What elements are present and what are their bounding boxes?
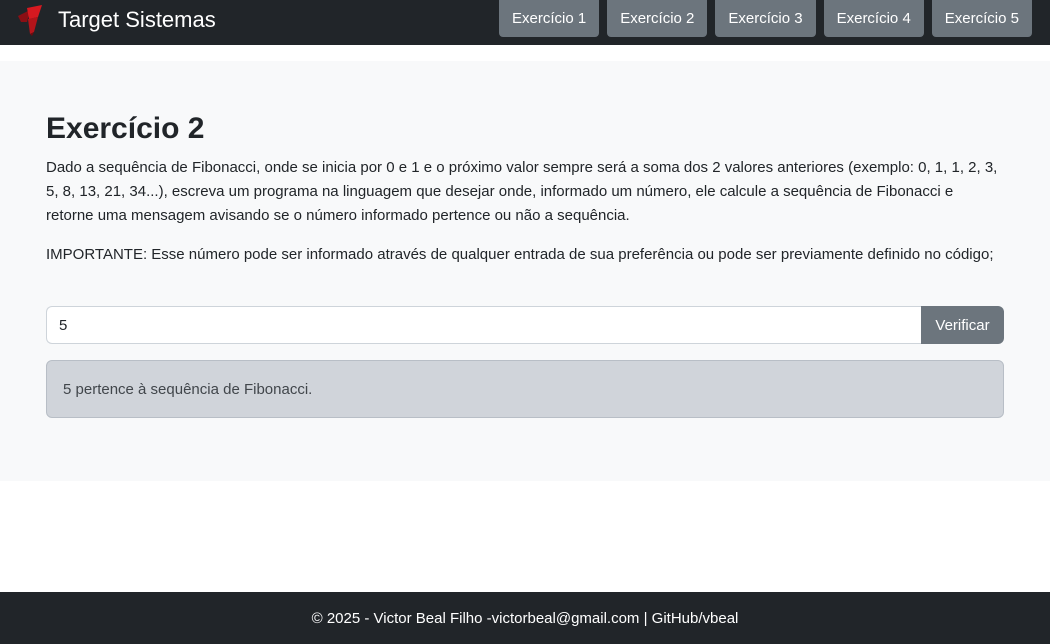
number-input-group: Verificar	[46, 306, 1004, 344]
brand-name: Target Sistemas	[58, 7, 216, 32]
red-target-logo-icon	[18, 5, 42, 36]
footer: © 2025 - Victor Beal Filho - victorbeal@…	[0, 592, 1050, 644]
exercise-panel: Exercício 2 Dado a sequência de Fibonacc…	[0, 61, 1050, 481]
verify-button[interactable]: Verificar	[921, 306, 1004, 344]
exercise-description: Dado a sequência de Fibonacci, onde se i…	[46, 159, 998, 224]
footer-separator: |	[639, 609, 652, 627]
number-input[interactable]	[46, 306, 921, 344]
nav-button-exercicio-4[interactable]: Exercício 4	[823, 0, 924, 37]
nav-button-exercicio-1[interactable]: Exercício 1	[498, 0, 600, 37]
navbar: Target Sistemas Exercício 1 Exercício 2 …	[0, 0, 1050, 45]
result-alert: 5 pertence à sequência de Fibonacci.	[46, 360, 1004, 418]
footer-copyright: © 2025 - Victor Beal Filho -	[311, 609, 492, 627]
nav-button-exercicio-3[interactable]: Exercício 3	[715, 0, 816, 37]
brand[interactable]: Target Sistemas	[14, 3, 216, 37]
nav-button-exercicio-5[interactable]: Exercício 5	[931, 0, 1032, 37]
footer-github-link[interactable]: GitHub/vbeal	[652, 610, 739, 627]
exercise-nav: Exercício 1 Exercício 2 Exercício 3 Exer…	[498, 0, 1032, 37]
footer-email-link[interactable]: victorbeal@gmail.com	[492, 610, 640, 627]
exercise-note: IMPORTANTE: Esse número pode ser informa…	[46, 246, 994, 263]
page-title: Exercício 2	[46, 112, 205, 145]
nav-button-exercicio-2[interactable]: Exercício 2	[607, 0, 708, 37]
